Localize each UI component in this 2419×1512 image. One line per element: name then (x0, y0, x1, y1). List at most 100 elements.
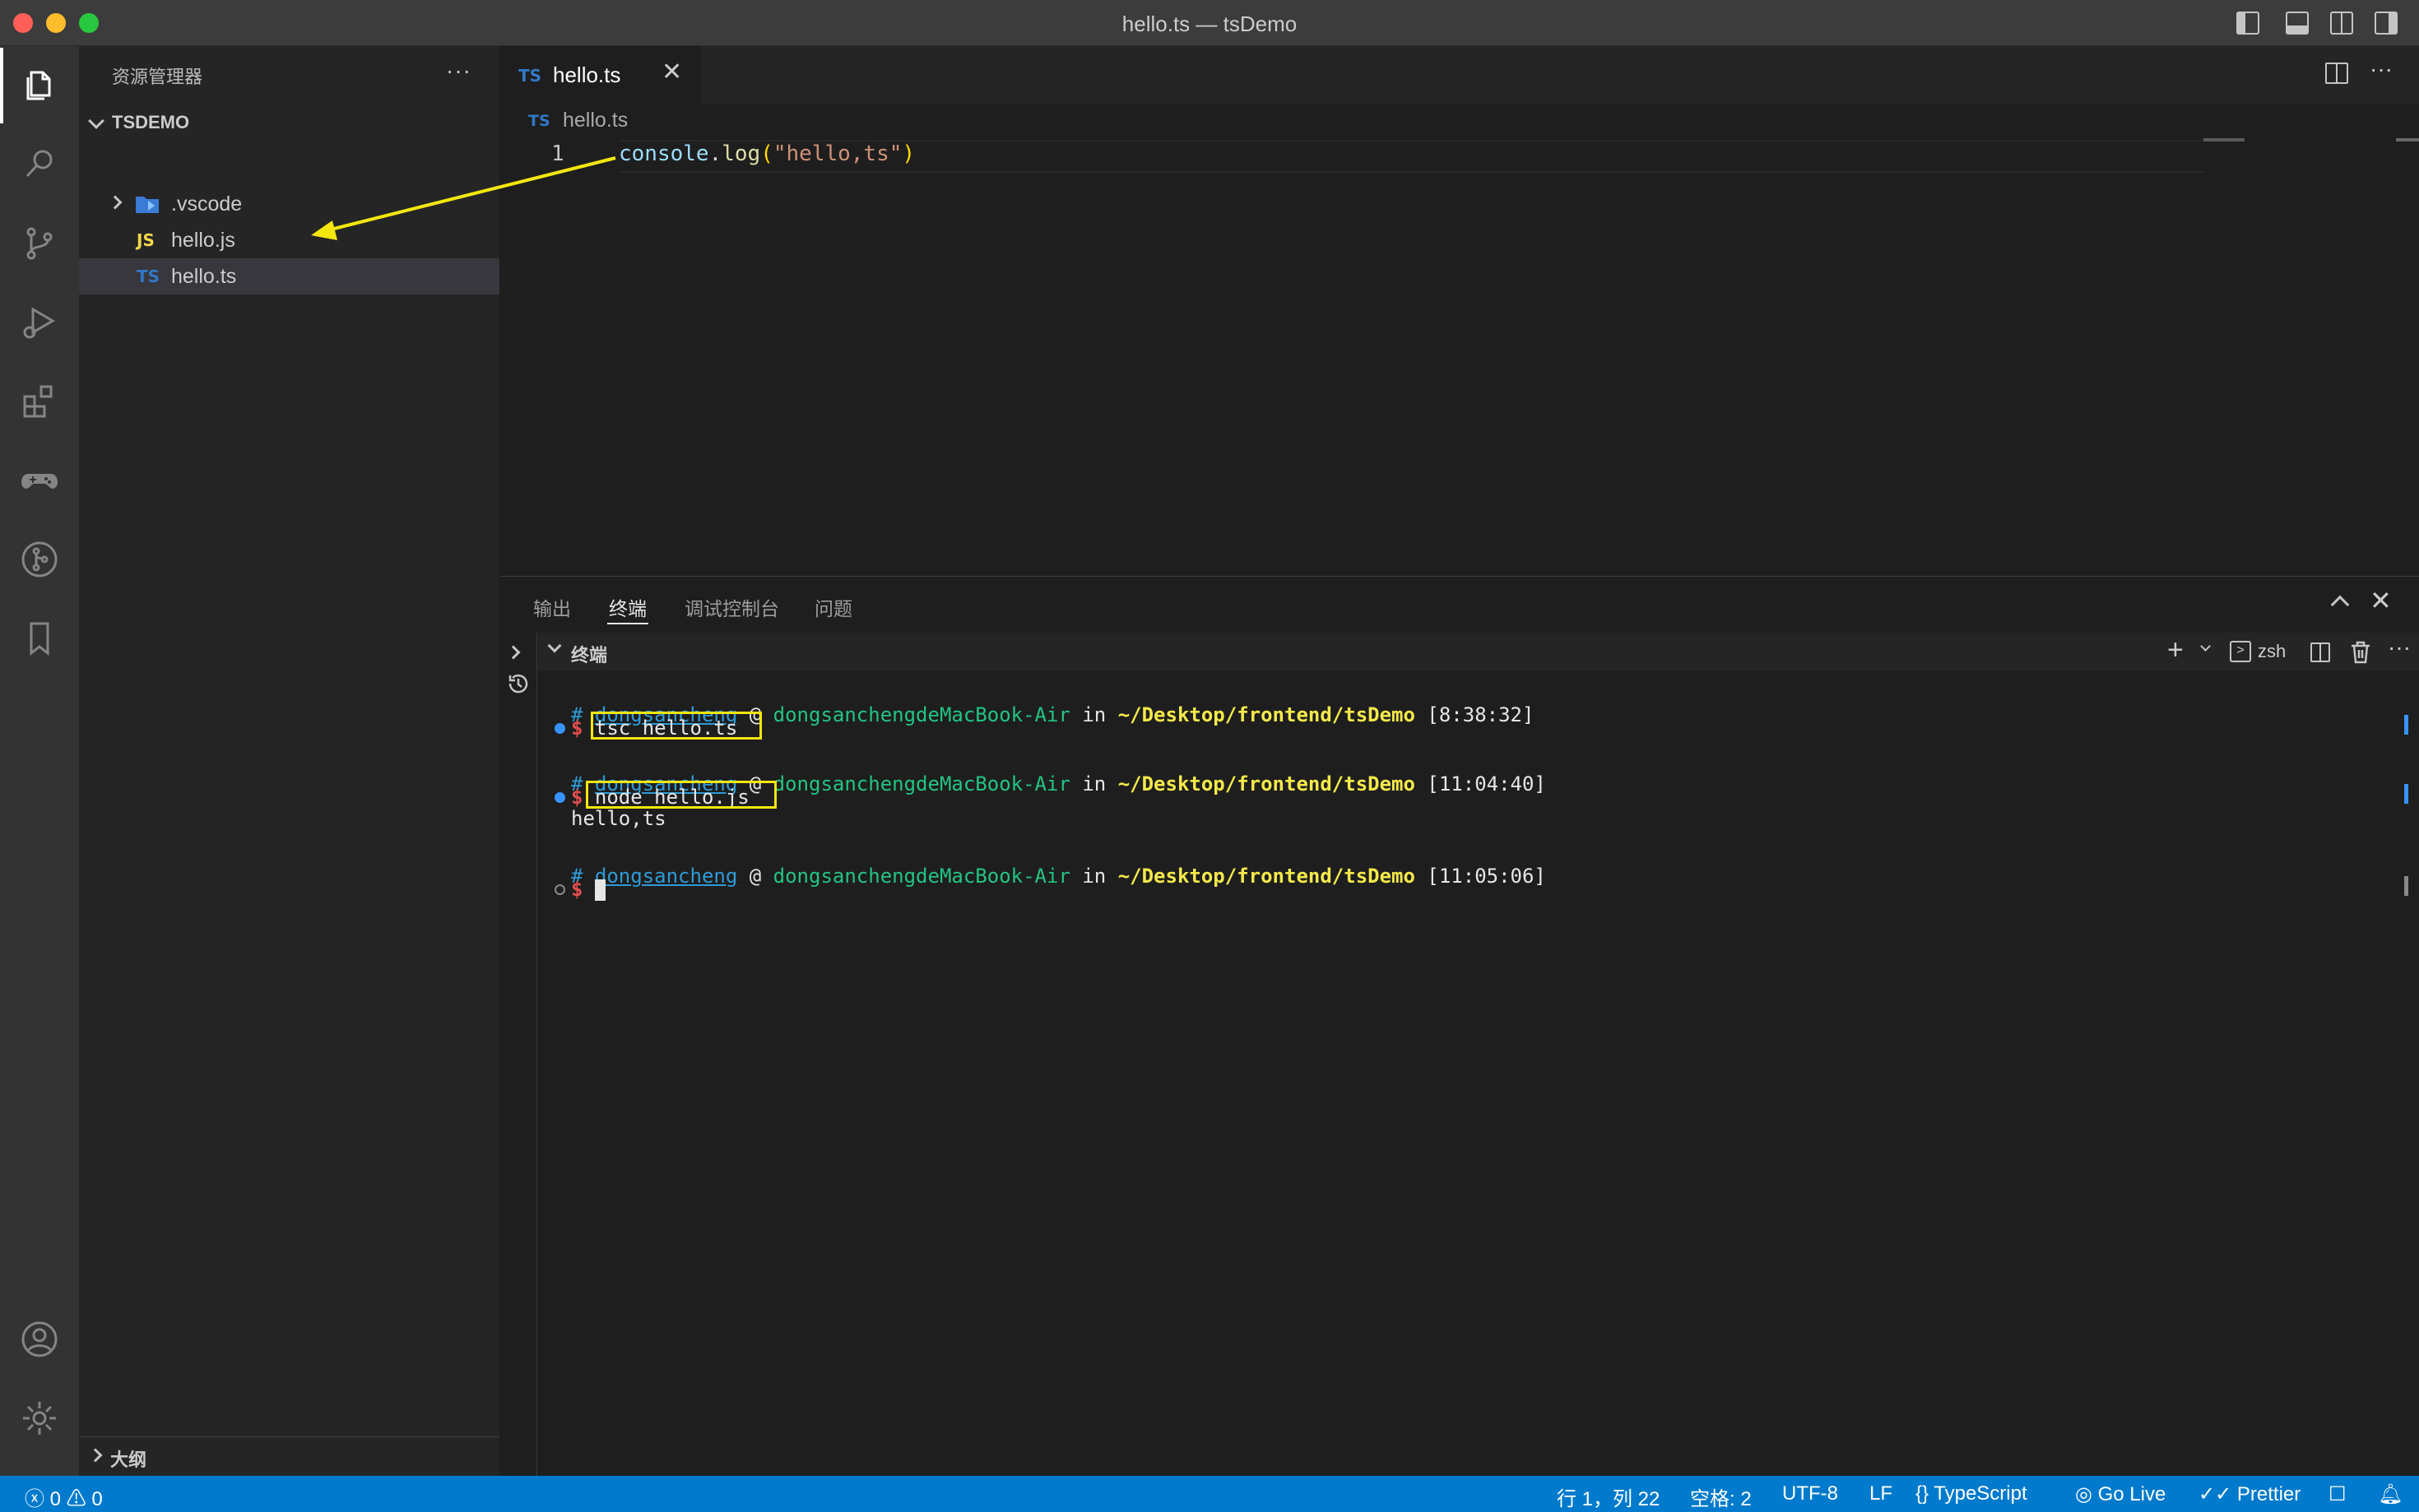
window-title: hello.ts — tsDemo (1121, 12, 1298, 36)
settings-gear-icon[interactable] (18, 1397, 61, 1440)
editor-scrollbar[interactable] (2396, 138, 2419, 141)
split-terminal-icon[interactable] (2310, 642, 2330, 662)
customize-layout-icon[interactable] (2375, 12, 2398, 35)
toggle-primary-sidebar-icon[interactable] (2236, 12, 2259, 35)
new-terminal-plus-icon[interactable]: + (2167, 634, 2184, 666)
maximize-panel-icon[interactable] (2330, 595, 2350, 615)
prompt-host: dongsanchengdeMacBook-Air (773, 865, 1070, 888)
run-debug-icon[interactable] (18, 301, 61, 344)
prompt-time: [11:05:06] (1427, 865, 1546, 888)
terminal-more-button[interactable]: ··· (2388, 634, 2411, 661)
go-live-label: Go Live (2097, 1483, 2166, 1505)
terminal-output[interactable]: # dongsancheng @ dongsanchengdeMacBook-A… (538, 670, 2419, 1477)
tab-debug-console[interactable]: 调试控制台 (685, 593, 779, 621)
tab-label: hello.ts (553, 63, 621, 87)
feedback-icon[interactable]: ☐ (2328, 1482, 2347, 1506)
line-number: 1 (551, 141, 564, 166)
scrollbar-mark (2404, 715, 2408, 735)
tree-item-label: hello.ts (171, 265, 237, 288)
encoding-status[interactable]: UTF-8 (1782, 1482, 1838, 1505)
code-editor[interactable]: 1 console.log("hello,ts") (500, 138, 2419, 576)
scrollbar-mark (2404, 784, 2408, 804)
terminal-header-label: 终端 (571, 645, 608, 666)
prompt-dollar: $ (571, 717, 583, 740)
kill-terminal-trash-icon[interactable] (2350, 641, 2371, 664)
command-success-decoration[interactable] (555, 723, 565, 734)
code-line[interactable]: console.log("hello,ts") (619, 141, 915, 166)
status-bar: ⓧ 0 ⚠ 0 行 1，列 22 空格: 2 UTF-8 LF {} TypeS… (0, 1476, 2419, 1512)
close-panel-icon[interactable]: ✕ (2370, 585, 2392, 616)
extensions-icon[interactable] (18, 380, 61, 423)
tree-item-vscode[interactable]: .vscode (79, 186, 499, 222)
prompt-dollar: $ (571, 786, 583, 809)
outline-section[interactable]: 大纲 (79, 1436, 499, 1476)
problems-status[interactable]: ⓧ 0 ⚠ 0 (25, 1482, 103, 1511)
tab-output[interactable]: 输出 (533, 593, 571, 621)
prettier-status[interactable]: ✓✓ Prettier (2198, 1482, 2301, 1506)
terminal-shell-name[interactable]: zsh (2258, 641, 2286, 662)
tab-terminal[interactable]: 终端 (609, 593, 647, 621)
prompt-path: ~/Desktop/frontend/tsDemo (1117, 772, 1415, 795)
command-line: $ (571, 878, 606, 901)
split-editor-icon[interactable] (2325, 63, 2348, 84)
error-count: 0 (49, 1488, 62, 1510)
tab-hello-ts[interactable]: TS hello.ts ✕ (500, 46, 701, 104)
breadcrumb-file[interactable]: hello.ts (563, 109, 628, 132)
annotation-highlight-box (591, 712, 762, 740)
tree-item-hello-js[interactable]: JS hello.js (79, 222, 499, 258)
code-token: . (708, 141, 722, 166)
bookmark-icon[interactable] (18, 617, 61, 660)
prompt-user[interactable]: dongsancheng (595, 865, 737, 888)
git-graph-icon[interactable] (18, 538, 61, 581)
vscode-folder-icon (136, 197, 159, 213)
prettier-label: Prettier (2236, 1483, 2301, 1505)
title-bar: hello.ts — tsDemo (0, 0, 2419, 46)
eol-status[interactable]: LF (1869, 1482, 1892, 1505)
code-token: ) (902, 141, 916, 166)
prompt-in: in (1082, 865, 1107, 888)
chevron-right-icon[interactable] (506, 645, 521, 660)
chevron-down-icon[interactable] (547, 638, 562, 653)
active-tab-indicator (607, 623, 648, 624)
warning-count: 0 (91, 1488, 103, 1510)
language-mode-status[interactable]: {} TypeScript (1915, 1482, 2027, 1505)
close-icon[interactable]: ✕ (662, 58, 682, 86)
code-token: "hello,ts" (773, 141, 903, 166)
search-icon[interactable] (18, 143, 61, 186)
ts-file-icon: TS (137, 267, 160, 286)
explorer-title: 资源管理器 (112, 67, 203, 87)
folder-header[interactable]: TSDEMO (79, 105, 499, 141)
explorer-icon[interactable] (0, 48, 61, 123)
minimap[interactable] (2203, 138, 2245, 141)
prompt-time: [8:38:32] (1427, 703, 1535, 726)
source-control-icon[interactable] (18, 222, 61, 265)
bottom-panel: 输出 终端 调试控制台 问题 ✕ 终端 + > zsh ··· # dongsa… (500, 576, 2419, 1477)
code-token: ( (760, 141, 773, 166)
error-icon: ⓧ (25, 1488, 44, 1510)
terminal-shell-icon: > (2230, 641, 2251, 662)
command-pending-decoration[interactable] (555, 884, 565, 895)
terminal-profile-chevron-icon[interactable] (2200, 641, 2211, 652)
explorer-more-button[interactable]: ··· (446, 58, 471, 84)
annotation-highlight-box (586, 781, 777, 809)
history-icon[interactable] (505, 670, 532, 697)
code-token: console (619, 141, 709, 166)
go-live-status[interactable]: ◎ Go Live (2075, 1482, 2166, 1506)
activity-bar (0, 46, 79, 1476)
gamepad-icon[interactable] (18, 459, 61, 502)
tree-item-hello-ts[interactable]: TS hello.ts (79, 258, 499, 295)
folder-name: TSDEMO (112, 112, 190, 132)
indentation-status[interactable]: 空格: 2 (1690, 1482, 1752, 1511)
js-file-icon: JS (137, 230, 155, 250)
cursor-position-status[interactable]: 行 1，列 22 (1557, 1482, 1660, 1511)
tree-item-label: hello.js (171, 229, 235, 252)
command-success-decoration[interactable] (555, 792, 565, 803)
outline-label: 大纲 (110, 1449, 147, 1470)
editor-more-button[interactable]: ··· (2370, 56, 2393, 82)
tab-problems[interactable]: 问题 (815, 593, 852, 621)
notifications-bell-icon[interactable]: 🔔︎ (2378, 1482, 2403, 1506)
account-icon[interactable] (18, 1318, 61, 1361)
prompt-time: [11:04:40] (1427, 772, 1546, 795)
toggle-secondary-sidebar-icon[interactable] (2330, 12, 2353, 35)
toggle-panel-icon[interactable] (2286, 12, 2309, 35)
